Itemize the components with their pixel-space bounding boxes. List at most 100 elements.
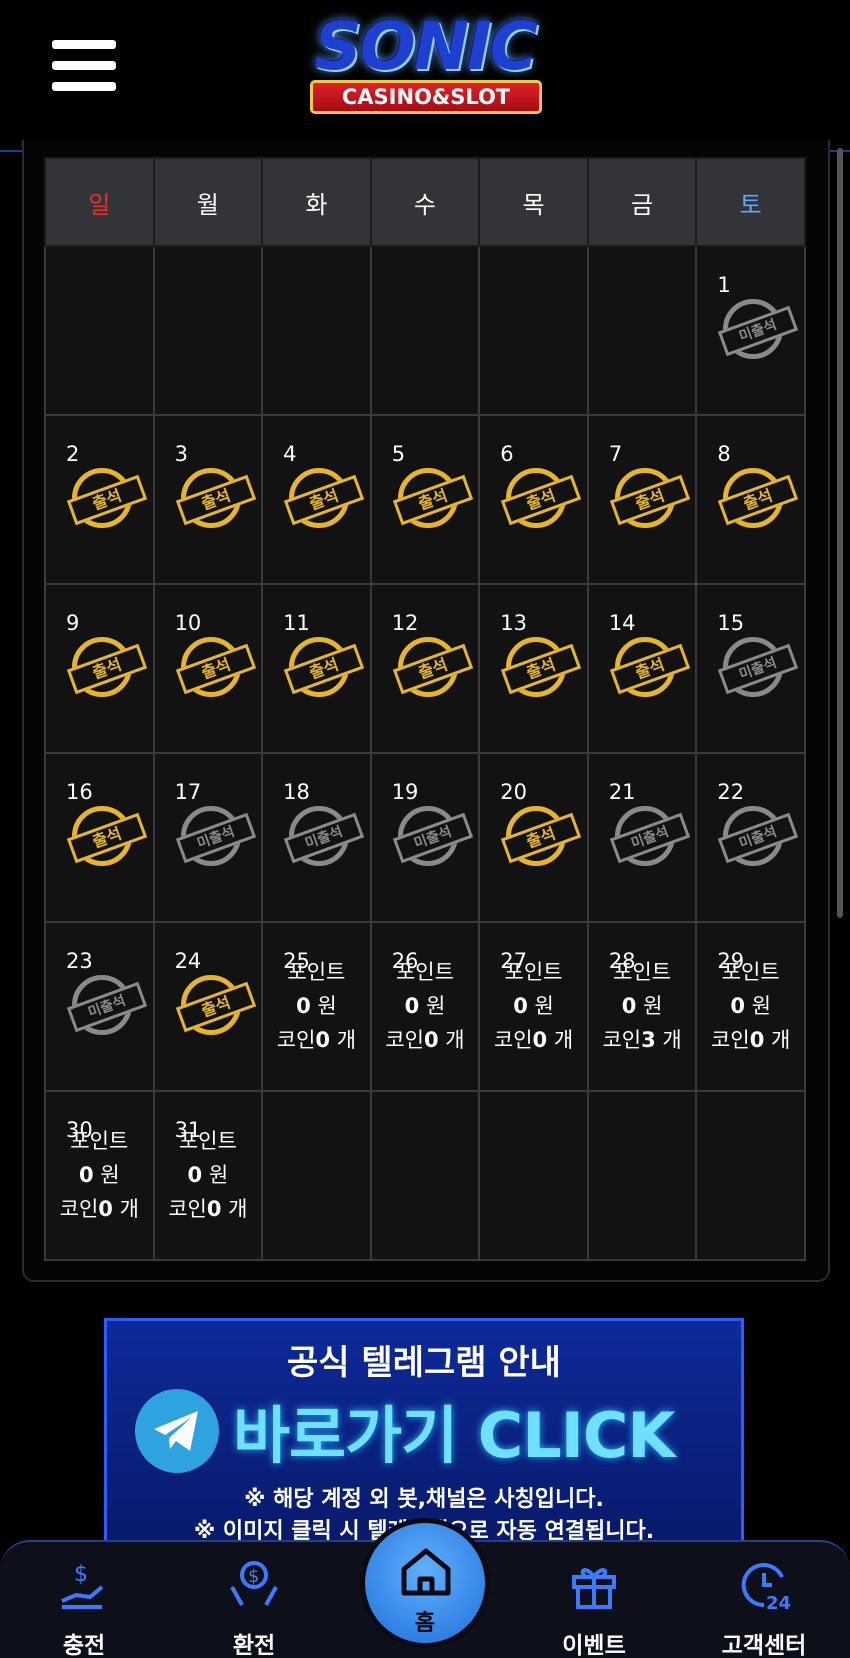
day-number: 5	[391, 442, 406, 466]
stamp-label: 출석	[609, 474, 690, 526]
daily-reward: 포인트 0 원코인0 개	[372, 955, 479, 1057]
stamp-label: 미출석	[609, 812, 690, 864]
stamp-label: 출석	[283, 474, 365, 526]
day-number: 22	[717, 780, 745, 804]
calendar-empty-cell	[152, 245, 264, 416]
calendar-day-cell: 28 포인트 0 원 코인3 개	[586, 921, 698, 1092]
attend-stamp-icon: 출석	[175, 975, 256, 1035]
reward-point-label: 포인트	[178, 1129, 237, 1153]
calendar-empty-cell	[44, 245, 155, 416]
weekday-header: 토	[695, 157, 806, 247]
stamp-label: 출석	[66, 812, 148, 864]
calendar-day-cell: 7 출석	[586, 414, 698, 585]
calendar-day-cell: 23 미출석	[44, 921, 155, 1092]
calendar-week-row: 2 출석 3 출석 4 출석 5 출석 6 출석 7 출석 8 출석	[44, 414, 806, 585]
day-number: 9	[66, 611, 80, 635]
stamp-label: 출석	[175, 981, 256, 1033]
reward-coins: 코인0 개	[59, 1197, 139, 1221]
telegram-banner[interactable]: 공식 텔레그램 안내 바로가기 CLICK ※ 해당 계정 외 봇,채널은 사칭…	[104, 1318, 744, 1548]
nav-home-button[interactable]: 홈	[360, 1518, 490, 1648]
attend-stamp-icon: 출석	[501, 468, 582, 528]
calendar-week-row: 1 미출석	[44, 245, 806, 416]
banner-cta-text: 바로가기 CLICK	[233, 1399, 675, 1472]
day-number: 16	[66, 780, 93, 804]
day-number: 4	[283, 442, 297, 466]
menu-bar-icon	[52, 40, 116, 49]
nav-support[interactable]: 24 고객센터	[704, 1550, 824, 1658]
reward-coins: 코인0 개	[385, 1028, 465, 1052]
hamburger-menu-button[interactable]	[52, 40, 116, 96]
attend-stamp-icon: 출석	[66, 468, 148, 528]
calendar-day-cell: 21 미출석	[586, 752, 698, 923]
reward-point-label: 포인트	[504, 960, 563, 984]
reward-points: 0 원	[730, 994, 771, 1018]
reward-points: 0 원	[78, 1163, 120, 1187]
nav-deposit-label: 충전	[62, 1633, 106, 1658]
gift-icon	[534, 1550, 654, 1620]
daily-reward: 포인트 0 원 코인0 개	[263, 955, 370, 1057]
calendar-empty-cell	[695, 1090, 806, 1261]
nav-deposit[interactable]: $ 충전	[24, 1550, 144, 1658]
calendar-day-cell: 1 미출석	[695, 245, 806, 416]
nav-support-label: 고객센터	[721, 1633, 807, 1658]
day-number: 8	[717, 442, 731, 466]
stamp-label: 미출석	[66, 981, 148, 1033]
absent-stamp-icon: 미출석	[283, 806, 365, 866]
daily-reward: 포인트 0 원 코인0 개	[46, 1124, 153, 1226]
weekday-header: 수	[369, 157, 481, 247]
absent-stamp-icon: 미출석	[718, 637, 799, 697]
attend-stamp-icon: 출석	[66, 637, 148, 697]
stamp-label: 출석	[501, 643, 582, 695]
nav-event[interactable]: 이벤트	[534, 1550, 654, 1658]
attend-stamp-icon: 출석	[609, 637, 690, 697]
site-logo[interactable]: SONIC CASINO&SLOT	[270, 8, 580, 123]
day-number: 2	[66, 442, 80, 466]
daily-reward: 포인트 0 원 코인3 개	[589, 955, 696, 1057]
day-number: 6	[500, 442, 514, 466]
page-scrollbar[interactable]	[837, 148, 843, 918]
stamp-label: 미출석	[718, 812, 799, 864]
attend-stamp-icon: 출석	[66, 806, 148, 866]
calendar-week-row: 30 포인트 0 원 코인0 개 31 포인트 0 원 코인0 개	[44, 1090, 806, 1261]
calendar-empty-cell	[586, 245, 698, 416]
stamp-label: 출석	[392, 474, 473, 526]
daily-reward: 포인트 0 원 코인0 개	[155, 1124, 262, 1226]
calendar-empty-cell	[586, 1090, 698, 1261]
reward-coins: 코인0 개	[168, 1197, 248, 1221]
day-number: 20	[500, 780, 527, 804]
attend-stamp-icon: 출석	[175, 637, 256, 697]
day-number: 10	[174, 611, 202, 635]
attend-stamp-icon: 출석	[501, 637, 582, 697]
day-number: 19	[391, 780, 419, 804]
calendar-day-cell: 19 미출석	[369, 752, 481, 923]
attend-stamp-icon: 출석	[283, 637, 365, 697]
stamp-label: 출석	[66, 474, 148, 526]
nav-home-label: 홈	[414, 1611, 436, 1636]
calendar-day-cell: 8 출석	[695, 414, 806, 585]
reward-point-label: 포인트	[395, 960, 454, 984]
menu-bar-icon	[52, 61, 116, 70]
calendar-day-cell: 10 출석	[152, 583, 264, 754]
attend-stamp-icon: 출석	[609, 468, 690, 528]
calendar-day-cell: 27 포인트 0 원 코인0 개	[478, 921, 589, 1092]
reward-points: 0 원	[404, 994, 446, 1018]
nav-withdraw[interactable]: $ 환전	[194, 1550, 314, 1658]
calendar-day-cell: 15 미출석	[695, 583, 806, 754]
reward-coins: 코인0 개	[493, 1028, 574, 1052]
calendar-empty-cell	[478, 1090, 589, 1261]
logo-sub-text: CASINO&SLOT	[310, 80, 542, 114]
reward-point-label: 포인트	[613, 960, 672, 984]
daily-reward: 포인트 0 원 코인0 개	[697, 955, 804, 1057]
calendar-day-cell: 29 포인트 0 원 코인0 개	[695, 921, 806, 1092]
day-number: 15	[717, 611, 745, 635]
calendar-day-cell: 12 출석	[369, 583, 481, 754]
absent-stamp-icon: 미출석	[175, 806, 256, 866]
day-number: 13	[500, 611, 527, 635]
absent-stamp-icon: 미출석	[66, 975, 148, 1035]
reward-point-label: 포인트	[721, 960, 780, 984]
calendar-day-cell: 2 출석	[44, 414, 155, 585]
stamp-label: 출석	[175, 643, 256, 695]
day-number: 7	[608, 442, 623, 466]
reward-points: 0 원	[621, 994, 663, 1018]
nav-event-label: 이벤트	[562, 1633, 626, 1658]
